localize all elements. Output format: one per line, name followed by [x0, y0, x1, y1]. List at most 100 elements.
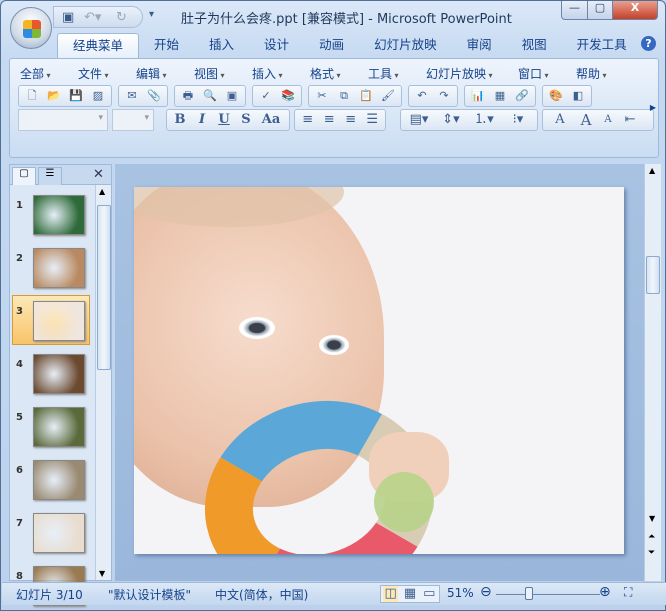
menu-item-8[interactable]: 窗口 [518, 65, 576, 82]
slides-tab[interactable]: ▢ [12, 167, 36, 185]
menu-item-1[interactable]: 文件 [78, 65, 136, 82]
format-painter-icon[interactable]: 🖌 [379, 88, 397, 104]
align-left-icon[interactable]: ≡ [299, 112, 317, 128]
justify-icon[interactable]: ☰ [364, 112, 382, 128]
shadow-button[interactable]: S [237, 112, 255, 128]
save-icon[interactable]: ▣ [62, 10, 74, 25]
slide-thumbnail[interactable] [33, 513, 85, 553]
grow-font-button[interactable]: A [577, 112, 595, 128]
change-case-button[interactable]: Aa [259, 112, 283, 128]
fit-to-window-icon[interactable]: ⛶ [624, 585, 632, 600]
numbering-icon[interactable]: ⒈▾ [469, 112, 499, 128]
slide-thumbnail[interactable] [33, 301, 85, 341]
print-icon[interactable]: 🖶 [179, 88, 197, 104]
line-spacing-icon[interactable]: ⇕▾ [437, 112, 465, 128]
scroll-down-icon[interactable]: ▼ [649, 514, 655, 523]
copy-icon[interactable]: ⧉ [335, 88, 353, 104]
normal-view-icon[interactable]: ◫ [383, 586, 399, 602]
tab-1[interactable]: 开始 [139, 33, 194, 59]
font-combo[interactable] [18, 109, 108, 131]
undo-icon[interactable]: ↶▾ [84, 10, 101, 25]
scroll-down-icon[interactable]: ▼ [99, 569, 105, 578]
permission-icon[interactable]: ▨ [89, 88, 107, 104]
text-direction-icon[interactable]: ▤▾ [405, 112, 433, 128]
font-color-button[interactable]: A [547, 112, 573, 128]
email-icon[interactable]: ✉ [123, 88, 141, 104]
minimize-button[interactable]: — [561, 1, 588, 20]
zoom-level[interactable]: 51% [447, 586, 474, 600]
zoom-slider-knob[interactable] [524, 587, 533, 600]
scroll-up-icon[interactable]: ▲ [99, 187, 105, 196]
next-slide-icon[interactable]: ⏷ [648, 548, 655, 558]
font-size-combo[interactable] [112, 109, 154, 131]
chart-icon[interactable]: 📊 [469, 88, 487, 104]
new-icon[interactable]: 🗋 [23, 88, 41, 104]
panel-scrollbar[interactable]: ▲ ▼ [95, 185, 111, 580]
scroll-up-icon[interactable]: ▲ [649, 166, 655, 175]
tab-3[interactable]: 设计 [249, 33, 304, 59]
cut-icon[interactable]: ✂ [313, 88, 331, 104]
bullets-icon[interactable]: ⁝▾ [503, 112, 533, 128]
tab-2[interactable]: 插入 [194, 33, 249, 59]
slide-thumbnail[interactable] [33, 195, 85, 235]
menu-item-0[interactable]: 全部 [20, 65, 78, 82]
bold-button[interactable]: B [171, 112, 189, 128]
table-icon[interactable]: ▦ [491, 88, 509, 104]
menu-item-4[interactable]: 插入 [252, 65, 310, 82]
menu-item-7[interactable]: 幻灯片放映 [426, 65, 518, 82]
slide-thumbnail[interactable] [33, 248, 85, 288]
spelling-icon[interactable]: ✓ [257, 88, 275, 104]
preview-icon[interactable]: 🔍 [201, 88, 219, 104]
zoom-out-icon[interactable]: ⊖ [480, 584, 492, 600]
attach-icon[interactable]: 📎 [145, 88, 163, 104]
redo-icon[interactable]: ↻ [116, 10, 127, 25]
outline-tab[interactable]: ☰ [38, 167, 62, 185]
zoom-slider[interactable] [496, 594, 600, 595]
office-button[interactable] [10, 7, 52, 49]
tab-0[interactable]: 经典菜单 [57, 33, 140, 59]
slide-scrollbar[interactable]: ▲ ▼ ⏶ ⏷ [644, 164, 661, 581]
menu-item-6[interactable]: 工具 [368, 65, 426, 82]
research-icon[interactable]: 📚 [279, 88, 297, 104]
open-icon[interactable]: 📂 [45, 88, 63, 104]
paste-icon[interactable]: 📋 [357, 88, 375, 104]
slide-thumbnail[interactable] [33, 354, 85, 394]
menu-item-2[interactable]: 编辑 [136, 65, 194, 82]
grayscale-icon[interactable]: ◧ [569, 88, 587, 104]
slide-scroll-thumb[interactable] [646, 256, 660, 294]
frame-icon[interactable]: ▣ [223, 88, 241, 104]
menu-item-9[interactable]: 帮助 [576, 65, 634, 82]
tab-5[interactable]: 幻灯片放映 [359, 33, 452, 59]
tab-8[interactable]: 开发工具 [562, 33, 642, 59]
underline-button[interactable]: U [215, 112, 233, 128]
slide-thumbnail[interactable] [33, 407, 85, 447]
panel-scroll-thumb[interactable] [97, 205, 111, 370]
ribbon-overflow-icon[interactable]: ▶ [650, 103, 656, 112]
language[interactable]: 中文(简体，中国) [215, 586, 308, 603]
previous-slide-icon[interactable]: ⏶ [648, 532, 655, 542]
undo-icon[interactable]: ↶ [413, 88, 431, 104]
decrease-indent-icon[interactable]: ⇤ [621, 112, 639, 128]
current-slide[interactable] [134, 187, 624, 554]
tab-4[interactable]: 动画 [304, 33, 359, 59]
italic-button[interactable]: I [193, 112, 211, 128]
slide-thumbnail[interactable] [33, 460, 85, 500]
slide-sorter-icon[interactable]: ▦ [402, 586, 417, 602]
save-icon[interactable]: 💾 [67, 88, 85, 104]
tab-6[interactable]: 审阅 [452, 33, 507, 59]
close-button[interactable]: X [612, 1, 658, 20]
customize-qat-icon[interactable]: ▾ [149, 9, 154, 20]
align-center-icon[interactable]: ≡ [321, 112, 339, 128]
maximize-button[interactable]: ▢ [587, 1, 613, 20]
help-icon[interactable]: ? [641, 36, 656, 51]
menu-item-3[interactable]: 视图 [194, 65, 252, 82]
shrink-font-button[interactable]: A [599, 112, 617, 128]
menu-item-5[interactable]: 格式 [310, 65, 368, 82]
align-right-icon[interactable]: ≡ [342, 112, 360, 128]
redo-icon[interactable]: ↷ [435, 88, 453, 104]
zoom-in-icon[interactable]: ⊕ [599, 584, 611, 600]
tab-7[interactable]: 视图 [507, 33, 562, 59]
color-icon[interactable]: 🎨 [547, 88, 565, 104]
close-panel-icon[interactable]: ✕ [93, 167, 104, 182]
slideshow-icon[interactable]: ▭ [422, 586, 437, 602]
